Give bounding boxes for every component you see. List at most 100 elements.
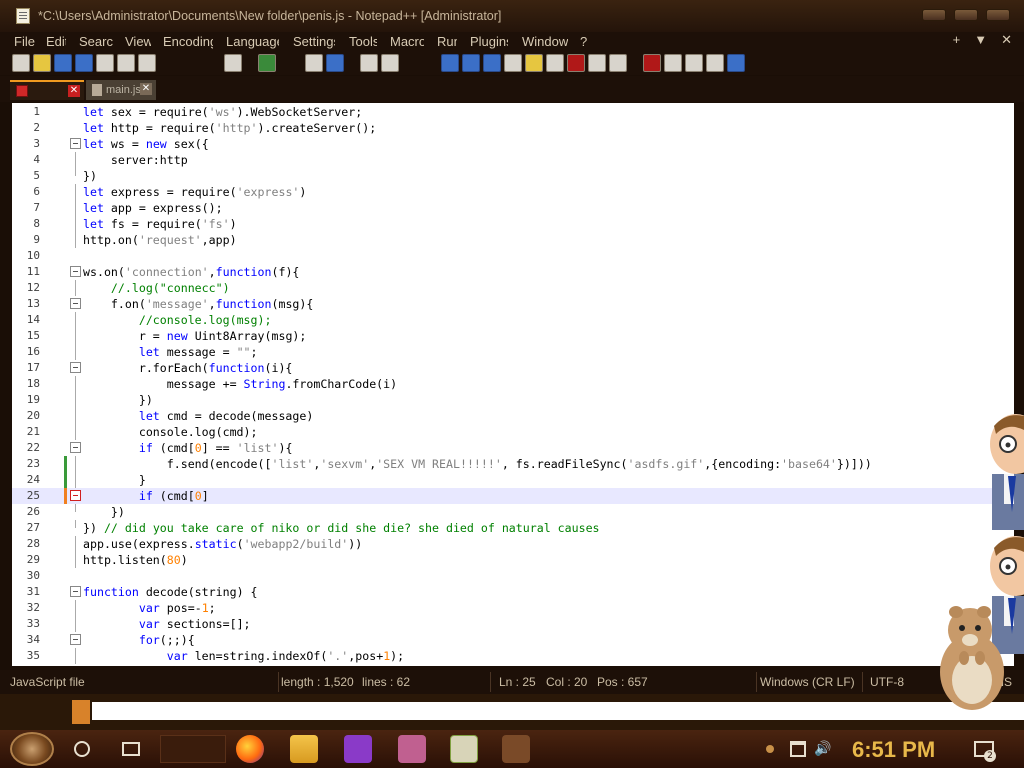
code-line[interactable]: 13 f.on('message',function(msg){ xyxy=(12,296,1014,312)
save-all-icon[interactable] xyxy=(75,54,93,72)
record-macro-icon[interactable] xyxy=(643,54,661,72)
cortana-icon[interactable] xyxy=(74,741,90,757)
menu-file[interactable]: File xyxy=(14,34,36,49)
close-file-icon[interactable] xyxy=(96,54,114,72)
indent-guide-icon[interactable] xyxy=(483,54,501,72)
fold-toggle-icon[interactable] xyxy=(70,138,81,149)
save-icon[interactable] xyxy=(54,54,72,72)
close-icon[interactable]: ✕ xyxy=(140,83,152,95)
fold-toggle-icon[interactable] xyxy=(70,586,81,597)
menu-language[interactable]: Language xyxy=(226,34,279,49)
minimize-button[interactable] xyxy=(922,9,946,21)
function-list-icon[interactable] xyxy=(525,54,543,72)
redo-icon[interactable] xyxy=(258,54,276,72)
tab-penis-js[interactable]: ✕ xyxy=(10,80,84,100)
code-editor[interactable]: 1 let sex = require('ws').WebSocketServer… xyxy=(12,103,1014,666)
file-explorer-icon[interactable] xyxy=(290,735,318,763)
code-line[interactable]: 1 let sex = require('ws').WebSocketServer… xyxy=(12,104,1014,120)
code-line[interactable]: 29 http.listen(80) xyxy=(12,552,1014,568)
code-line[interactable]: 31 function decode(string) { xyxy=(12,584,1014,600)
print-icon[interactable] xyxy=(138,54,156,72)
code-line[interactable]: 4 server:http xyxy=(12,152,1014,168)
tab-main-js[interactable]: main.js ✕ xyxy=(86,80,156,100)
code-line[interactable]: 25 if (cmd[0] xyxy=(12,488,1014,504)
code-line[interactable]: 15 r = new Uint8Array(msg); xyxy=(12,328,1014,344)
fold-toggle-icon[interactable] xyxy=(70,634,81,645)
fold-toggle-icon[interactable] xyxy=(70,442,81,453)
code-line[interactable]: 34 for(;;){ xyxy=(12,632,1014,648)
code-line[interactable]: 14 //console.log(msg); xyxy=(12,312,1014,328)
new-file-icon[interactable] xyxy=(12,54,30,72)
network-icon[interactable] xyxy=(790,741,806,757)
app-window-icon[interactable] xyxy=(502,735,530,763)
code-line[interactable]: 12 //.log("connecc") xyxy=(12,280,1014,296)
code-line[interactable]: 20 let cmd = decode(message) xyxy=(12,408,1014,424)
code-line[interactable]: 16 let message = ""; xyxy=(12,344,1014,360)
code-line[interactable]: 2 let http = require('http').createServer… xyxy=(12,120,1014,136)
code-line[interactable]: 10 xyxy=(12,248,1014,264)
menu-settings[interactable]: Settings xyxy=(293,34,335,49)
zoom-out-icon[interactable] xyxy=(381,54,399,72)
code-line[interactable]: 8 let fs = require('fs') xyxy=(12,216,1014,232)
code-line[interactable]: 28 app.use(express.static('webapp2/build'… xyxy=(12,536,1014,552)
folder-workspace-icon[interactable] xyxy=(546,54,564,72)
open-file-icon[interactable] xyxy=(33,54,51,72)
eye-icon[interactable] xyxy=(609,54,627,72)
volume-icon[interactable]: 🔊 xyxy=(814,741,831,757)
close-icon[interactable]: ✕ xyxy=(68,85,80,97)
notepad-plus-plus-icon[interactable] xyxy=(450,735,478,763)
code-line[interactable]: 22 if (cmd[0] == 'list'){ xyxy=(12,440,1014,456)
code-line[interactable]: 11 ws.on('connection',function(f){ xyxy=(12,264,1014,280)
fold-toggle-icon[interactable] xyxy=(70,298,81,309)
fold-toggle-icon[interactable] xyxy=(70,266,81,277)
menu-search[interactable]: Search xyxy=(79,34,113,49)
replace-icon[interactable] xyxy=(326,54,344,72)
play-macro-icon[interactable] xyxy=(685,54,703,72)
code-line[interactable]: 30 xyxy=(12,568,1014,584)
save-macro-icon[interactable] xyxy=(727,54,745,72)
code-line[interactable]: 35 var len=string.indexOf('.',pos+1); xyxy=(12,648,1014,664)
code-line[interactable]: 33 var sections=[]; xyxy=(12,616,1014,632)
firefox-icon[interactable] xyxy=(236,735,264,763)
code-line[interactable]: 6 let express = require('express') xyxy=(12,184,1014,200)
tray-expand-icon[interactable] xyxy=(766,745,774,753)
menu-window[interactable]: Window xyxy=(522,34,568,49)
code-line[interactable]: 24 } xyxy=(12,472,1014,488)
menu-plugins[interactable]: Plugins xyxy=(470,34,508,49)
monitoring-icon[interactable] xyxy=(567,54,585,72)
close-doc-button[interactable]: ✕ xyxy=(1001,32,1012,48)
task-view-icon[interactable] xyxy=(122,742,140,756)
code-line[interactable]: 32 var pos=-1; xyxy=(12,600,1014,616)
fold-toggle-icon[interactable] xyxy=(70,362,81,373)
code-line[interactable]: 23 f.send(encode(['list','sexvm','SEX VM… xyxy=(12,456,1014,472)
code-line[interactable]: 18 message += String.fromCharCode(i) xyxy=(12,376,1014,392)
show-all-chars-icon[interactable] xyxy=(462,54,480,72)
code-line[interactable]: 27}) // did you take care of niko or did… xyxy=(12,520,1014,536)
tab-list-button[interactable]: ▼ xyxy=(974,32,987,48)
fold-toggle-icon[interactable] xyxy=(70,490,81,501)
menu-view[interactable]: View xyxy=(125,34,151,49)
menu-encoding[interactable]: Encoding xyxy=(163,34,213,49)
close-button[interactable] xyxy=(986,9,1010,21)
maximize-button[interactable] xyxy=(954,9,978,21)
code-line[interactable]: 5}) xyxy=(12,168,1014,184)
code-line[interactable]: 19 }) xyxy=(12,392,1014,408)
menu-edit[interactable]: Edit xyxy=(46,34,66,49)
code-line[interactable]: 17 r.forEach(function(i){ xyxy=(12,360,1014,376)
word-wrap-icon[interactable] xyxy=(441,54,459,72)
close-all-icon[interactable] xyxy=(117,54,135,72)
code-line[interactable]: 26 }) xyxy=(12,504,1014,520)
zoom-in-icon[interactable] xyxy=(360,54,378,72)
menu-run[interactable]: Run xyxy=(437,34,457,49)
menu-help[interactable]: ? xyxy=(580,34,587,49)
new-tab-button[interactable]: + xyxy=(953,32,961,48)
taskbar-clock[interactable]: 6:51 PM xyxy=(852,737,935,763)
menu-tools[interactable]: Tools xyxy=(349,34,377,49)
taskbar-search[interactable] xyxy=(160,735,226,763)
code-line[interactable]: 21 console.log(cmd); xyxy=(12,424,1014,440)
doc-map-icon[interactable] xyxy=(504,54,522,72)
code-line[interactable]: 7 let app = express(); xyxy=(12,200,1014,216)
menu-macro[interactable]: Macro xyxy=(390,34,424,49)
start-button[interactable] xyxy=(10,732,54,766)
play-multiple-icon[interactable] xyxy=(706,54,724,72)
